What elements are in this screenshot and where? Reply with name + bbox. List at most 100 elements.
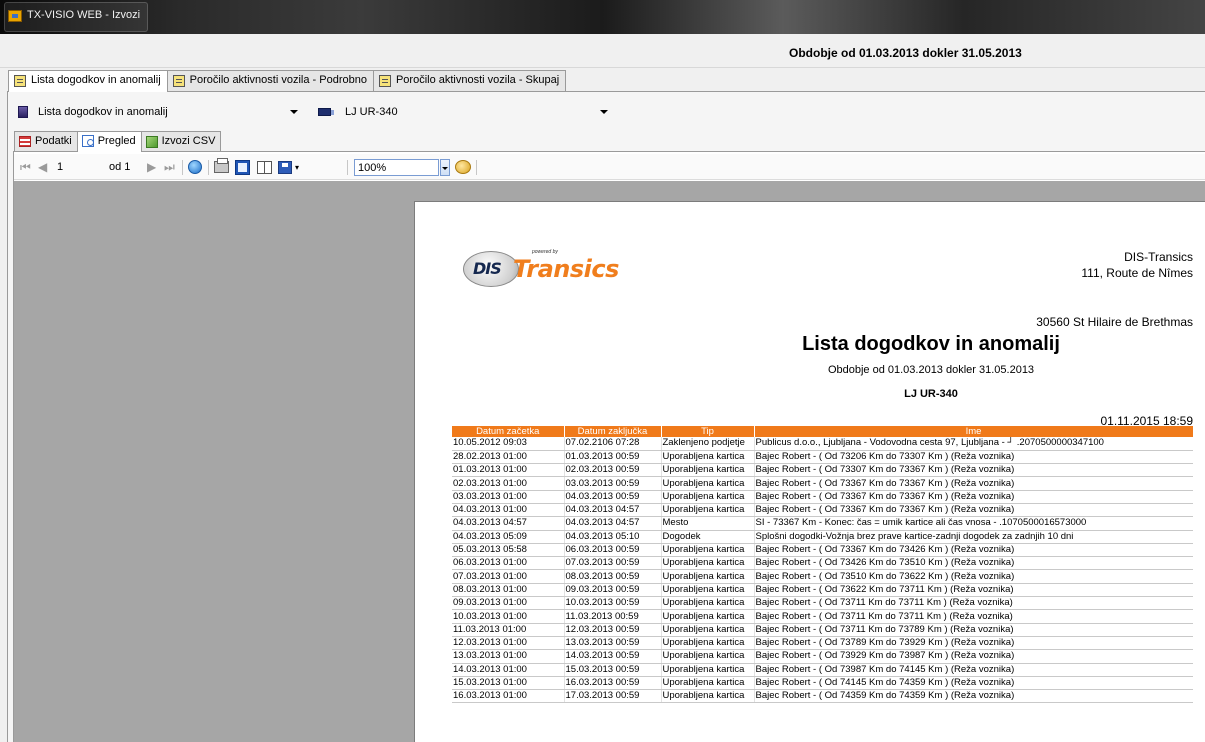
report-toolbar: ⏮ ◀ 1 od 1 ▶ ⏭ ▾ 100%: [14, 154, 1205, 180]
table-row: 09.03.2013 01:00 10.03.2013 00:59 Uporablj…: [452, 596, 1193, 611]
table-cell: Uporabljena kartica: [660, 583, 754, 598]
table-cell: Uporabljena kartica: [660, 663, 754, 677]
truck-icon: [318, 108, 334, 116]
tab-vehicle-activity-detailed[interactable]: Poročilo aktivnosti vozila - Podrobno: [166, 70, 374, 91]
company-street: 111, Route de Nîmes: [1081, 266, 1193, 280]
company-city: 30560 St Hilaire de Brethmas: [1036, 315, 1193, 329]
toolbar-divider: [182, 160, 183, 175]
tab-label: Pregled: [97, 135, 136, 147]
find-icon: [455, 160, 471, 174]
table-row: 10.03.2013 01:00 11.03.2013 00:59 Uporablj…: [452, 609, 1193, 624]
window-title: TX-VISIO WEB - Izvozi: [27, 9, 141, 21]
table-cell: 13.03.2013 00:59: [563, 636, 661, 651]
table-row: 10.05.2012 09:03 07.02.2106 07:28 Zaklenje…: [452, 437, 1193, 451]
table-cell: 13.03.2013 01:00: [452, 649, 564, 664]
previous-page-icon[interactable]: ◀: [38, 159, 47, 175]
table-cell: 01.03.2013 00:59: [563, 450, 661, 465]
table-row: 04.03.2013 01:00 04.03.2013 04:57 Uporablj…: [452, 503, 1193, 518]
logo-name: Transics: [513, 255, 619, 283]
tab-event-list[interactable]: Lista dogodkov in anomalij: [8, 70, 168, 92]
tab-data[interactable]: Podatki: [14, 131, 78, 151]
print-layout-icon: [235, 159, 250, 175]
tab-label: Poročilo aktivnosti vozila - Podrobno: [189, 74, 367, 86]
table-cell: SI - 73367 Km - Konec: čas = umik kartic…: [753, 516, 1193, 531]
table-cell: 15.03.2013 00:59: [563, 663, 661, 677]
table-cell: 16.03.2013 01:00: [452, 689, 564, 704]
table-row: 11.03.2013 01:00 12.03.2013 00:59 Uporablj…: [452, 623, 1193, 637]
table-cell: Uporabljena kartica: [660, 503, 754, 518]
table-cell: Publicus d.o.o., Ljubljana - Vodovodna c…: [753, 437, 1193, 451]
find-button[interactable]: [455, 159, 471, 175]
view-tabs: Podatki Pregled Izvozi CSV: [14, 131, 222, 152]
table-cell: 07.02.2106 07:28: [563, 437, 661, 451]
table-cell: Uporabljena kartica: [660, 689, 754, 704]
table-cell: 09.03.2013 01:00: [452, 596, 564, 611]
table-cell: 15.03.2013 01:00: [452, 676, 564, 691]
table-cell: 03.03.2013 01:00: [452, 490, 564, 504]
events-table: Datum začetka Datum zaključka Tip Ime 10…: [452, 426, 1194, 704]
table-cell: Bajec Robert - ( Od 73510 Km do 73622 Km…: [753, 569, 1193, 584]
next-page-icon[interactable]: ▶: [147, 159, 156, 175]
table-cell: 12.03.2013 01:00: [452, 636, 564, 651]
tab-label: Poročilo aktivnosti vozila - Skupaj: [395, 74, 560, 86]
report-select-value: Lista dogodkov in anomalij: [38, 106, 168, 118]
table-cell: 04.03.2013 05:10: [563, 530, 661, 544]
table-cell: Uporabljena kartica: [660, 649, 754, 664]
table-cell: 09.03.2013 00:59: [563, 583, 661, 598]
table-cell: Uporabljena kartica: [660, 636, 754, 651]
title-bar: TX-VISIO WEB - Izvozi: [0, 0, 1205, 34]
table-cell: Bajec Robert - ( Od 74359 Km do 74359 Km…: [753, 689, 1193, 704]
tab-label: Izvozi CSV: [161, 135, 216, 147]
table-cell: Bajec Robert - ( Od 73367 Km do 73426 Km…: [753, 543, 1193, 558]
tab-vehicle-activity-summary[interactable]: Poročilo aktivnosti vozila - Skupaj: [372, 70, 567, 91]
refresh-button[interactable]: [188, 159, 202, 175]
table-cell: Mesto: [660, 516, 754, 531]
data-grid-icon: [19, 136, 31, 147]
export-button[interactable]: ▾: [278, 159, 299, 175]
table-cell: 14.03.2013 01:00: [452, 663, 564, 677]
document-icon: [14, 75, 26, 87]
table-cell: 02.03.2013 00:59: [563, 463, 661, 478]
tab-csv-export[interactable]: Izvozi CSV: [140, 131, 222, 151]
table-cell: 08.03.2013 01:00: [452, 583, 564, 598]
table-cell: Uporabljena kartica: [660, 569, 754, 584]
period-header-text: Obdobje od 01.03.2013 dokler 31.05.2013: [789, 46, 1022, 60]
table-cell: Bajec Robert - ( Od 73622 Km do 73711 Km…: [753, 583, 1193, 598]
table-row: 06.03.2013 01:00 07.03.2013 00:59 Uporablj…: [452, 556, 1193, 571]
table-cell: 04.03.2013 05:09: [452, 530, 564, 544]
vehicle-select[interactable]: LJ UR-340: [318, 102, 608, 122]
table-cell: 12.03.2013 00:59: [563, 623, 661, 637]
table-cell: Bajec Robert - ( Od 73789 Km do 73929 Km…: [753, 636, 1193, 651]
tab-preview[interactable]: Pregled: [76, 131, 142, 152]
table-cell: Uporabljena kartica: [660, 676, 754, 691]
table-cell: Splošni dogodki-Vožnja brez prave kartic…: [753, 530, 1193, 544]
table-cell: 04.03.2013 04:57: [563, 503, 661, 518]
toolbar-divider: [347, 160, 348, 175]
table-cell: Bajec Robert - ( Od 73367 Km do 73367 Km…: [753, 490, 1193, 504]
table-cell: 06.03.2013 00:59: [563, 543, 661, 558]
table-cell: Bajec Robert - ( Od 73929 Km do 73987 Km…: [753, 649, 1193, 664]
first-page-icon[interactable]: ⏮: [20, 159, 31, 175]
report-period: Obdobje od 01.03.2013 dokler 31.05.2013: [827, 364, 1035, 376]
chevron-down-icon[interactable]: [290, 110, 298, 114]
chevron-down-icon[interactable]: [600, 110, 608, 114]
report-viewer[interactable]: DIS powered by Transics DIS-Transics 111…: [14, 181, 1205, 742]
table-cell: 07.03.2013 00:59: [563, 556, 661, 571]
toolbar-divider: [208, 160, 209, 175]
table-cell: 04.03.2013 04:57: [452, 516, 564, 531]
zoom-select[interactable]: 100%: [354, 159, 439, 176]
zoom-dropdown-button[interactable]: [440, 159, 450, 176]
report-tabs: Lista dogodkov in anomalij Poročilo akti…: [8, 70, 567, 92]
table-cell: Uporabljena kartica: [660, 490, 754, 504]
last-page-icon[interactable]: ⏭: [164, 159, 175, 175]
table-cell: Uporabljena kartica: [660, 543, 754, 558]
report-select[interactable]: Lista dogodkov in anomalij: [18, 102, 300, 122]
page-setup-button[interactable]: [257, 159, 272, 175]
print-button[interactable]: [214, 158, 229, 175]
table-cell: 10.03.2013 00:59: [563, 596, 661, 611]
table-cell: 08.03.2013 00:59: [563, 569, 661, 584]
current-page-input[interactable]: 1: [57, 161, 63, 173]
table-row: 01.03.2013 01:00 02.03.2013 00:59 Uporablj…: [452, 463, 1193, 478]
print-layout-button[interactable]: [235, 159, 250, 175]
table-row: 05.03.2013 05:58 06.03.2013 00:59 Uporablj…: [452, 543, 1193, 558]
